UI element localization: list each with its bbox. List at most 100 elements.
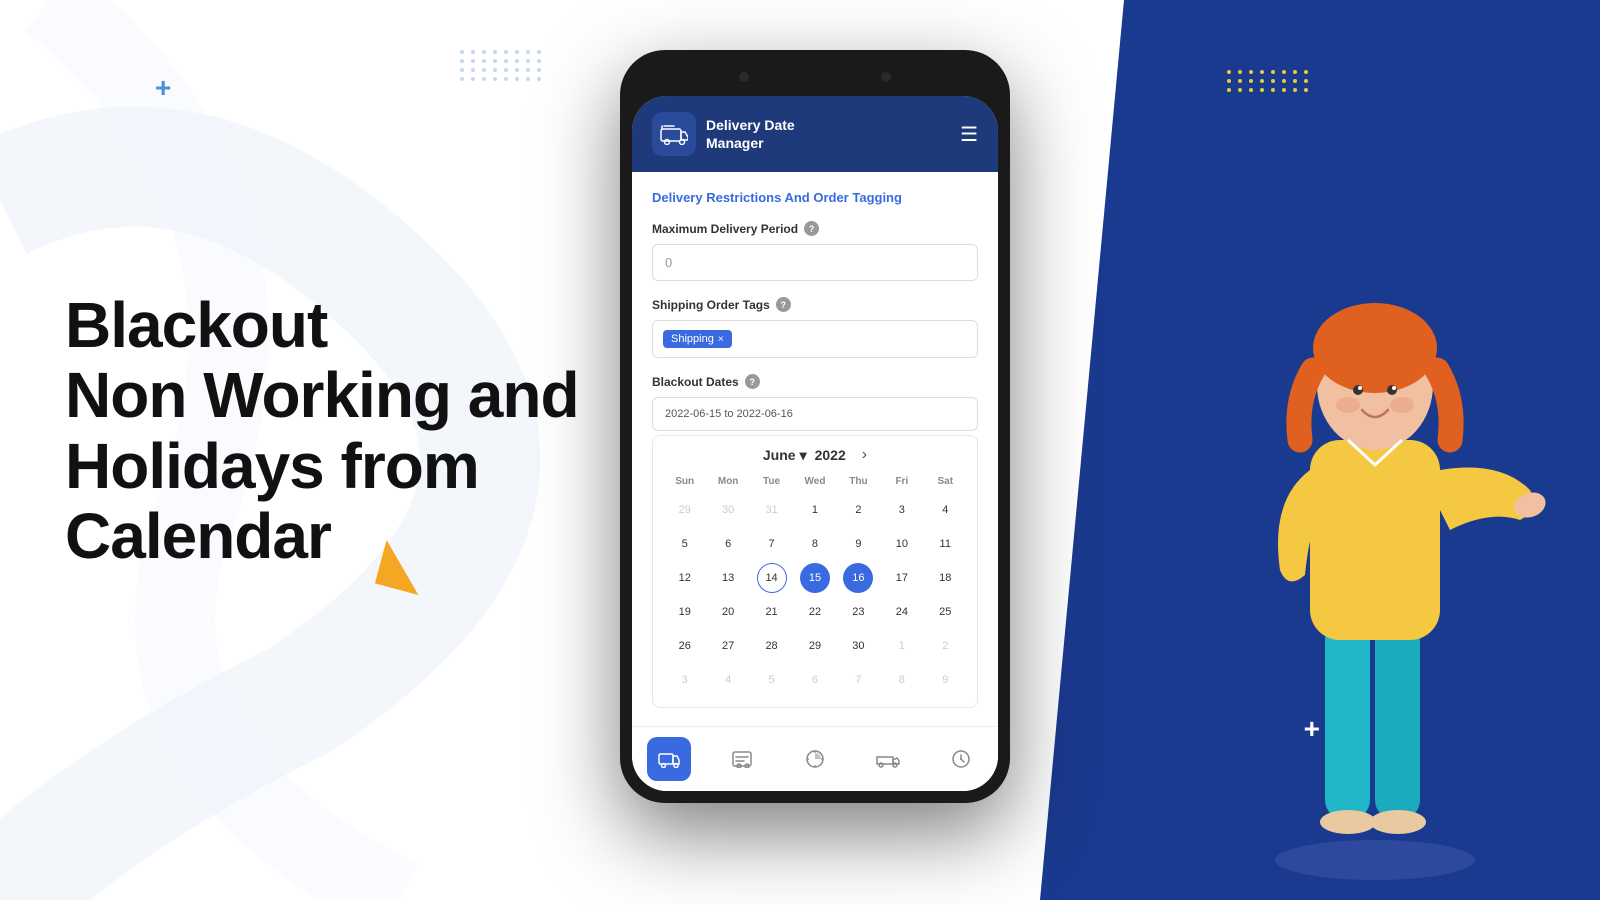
cal-day-15[interactable]: 15 bbox=[800, 563, 830, 593]
cal-day-14[interactable]: 14 bbox=[757, 563, 787, 593]
calendar-year: 2022 bbox=[815, 447, 846, 463]
day-fri: Fri bbox=[880, 474, 923, 489]
cal-day-19[interactable]: 19 bbox=[670, 597, 700, 627]
headline-line3: Holidays from bbox=[65, 430, 479, 502]
calendar-week-3: 12 13 14 15 16 17 18 bbox=[663, 561, 967, 595]
calendar: June ▾ 2022 › Sun Mon Tue Wed Thu bbox=[652, 435, 978, 708]
cal-day-13[interactable]: 13 bbox=[713, 563, 743, 593]
headline-line1: Blackout bbox=[65, 289, 327, 361]
cal-day-20[interactable]: 20 bbox=[713, 597, 743, 627]
cal-day-3[interactable]: 3 bbox=[887, 495, 917, 525]
phone-notch bbox=[632, 62, 998, 92]
max-delivery-help-icon[interactable]: ? bbox=[804, 221, 819, 236]
cal-day-8[interactable]: 8 bbox=[800, 529, 830, 559]
cal-day-10[interactable]: 10 bbox=[887, 529, 917, 559]
section-title: Delivery Restrictions And Order Tagging bbox=[652, 190, 978, 205]
calendar-week-2: 5 6 7 8 9 10 11 bbox=[663, 527, 967, 561]
day-mon: Mon bbox=[706, 474, 749, 489]
shipping-tag: Shipping × bbox=[663, 330, 732, 348]
app-content: Delivery Restrictions And Order Tagging … bbox=[632, 172, 998, 726]
cal-day-7-next[interactable]: 7 bbox=[843, 665, 873, 695]
calendar-week-4: 19 20 21 22 23 24 25 bbox=[663, 595, 967, 629]
cal-day-5-next[interactable]: 5 bbox=[757, 665, 787, 695]
cal-day-2[interactable]: 2 bbox=[843, 495, 873, 525]
day-tue: Tue bbox=[750, 474, 793, 489]
app-logo-icon bbox=[652, 112, 696, 156]
cal-day-9[interactable]: 9 bbox=[843, 529, 873, 559]
calendar-next-button[interactable]: › bbox=[862, 446, 867, 464]
phone-mockup: Delivery Date Manager ☰ Delivery Restric… bbox=[620, 50, 1020, 803]
cal-day-22[interactable]: 22 bbox=[800, 597, 830, 627]
cal-day-2-next[interactable]: 2 bbox=[930, 631, 960, 661]
nav-orders-icon[interactable] bbox=[720, 737, 764, 781]
nav-schedule-icon[interactable] bbox=[939, 737, 983, 781]
day-wed: Wed bbox=[793, 474, 836, 489]
plus-icon-blue: + bbox=[155, 72, 171, 104]
blackout-date-input[interactable]: 2022-06-15 to 2022-06-16 bbox=[652, 397, 978, 431]
notch-center-bar bbox=[765, 67, 865, 87]
cal-day-4-next[interactable]: 4 bbox=[713, 665, 743, 695]
cal-day-3-next[interactable]: 3 bbox=[670, 665, 700, 695]
notch-dot-right bbox=[881, 72, 891, 82]
tag-text: Shipping bbox=[671, 333, 714, 345]
cal-day-17[interactable]: 17 bbox=[887, 563, 917, 593]
cal-day-23[interactable]: 23 bbox=[843, 597, 873, 627]
day-thu: Thu bbox=[837, 474, 880, 489]
calendar-grid: Sun Mon Tue Wed Thu Fri Sat 29 30 bbox=[663, 474, 967, 697]
app-title-line2: Manager bbox=[706, 134, 795, 152]
blackout-dates-label: Blackout Dates ? bbox=[652, 374, 978, 389]
bottom-navigation bbox=[632, 726, 998, 791]
calendar-month-selector[interactable]: June ▾ bbox=[763, 447, 807, 464]
cal-day-21[interactable]: 21 bbox=[757, 597, 787, 627]
nav-delivery-icon[interactable] bbox=[647, 737, 691, 781]
calendar-week-1: 29 30 31 1 2 3 4 bbox=[663, 493, 967, 527]
cal-day-1[interactable]: 1 bbox=[800, 495, 830, 525]
shipping-tags-input[interactable]: Shipping × bbox=[652, 320, 978, 358]
calendar-week-5: 26 27 28 29 30 1 2 bbox=[663, 629, 967, 663]
cal-day-25[interactable]: 25 bbox=[930, 597, 960, 627]
cal-day-4[interactable]: 4 bbox=[930, 495, 960, 525]
cal-day-6-next[interactable]: 6 bbox=[800, 665, 830, 695]
max-delivery-input[interactable] bbox=[652, 244, 978, 281]
nav-vehicle-icon[interactable] bbox=[866, 737, 910, 781]
cal-day-7[interactable]: 7 bbox=[757, 529, 787, 559]
app-logo-area: Delivery Date Manager bbox=[652, 112, 795, 156]
cal-day-6[interactable]: 6 bbox=[713, 529, 743, 559]
cal-day-9-next[interactable]: 9 bbox=[930, 665, 960, 695]
app-title-line1: Delivery Date bbox=[706, 116, 795, 134]
notch-dot-left bbox=[739, 72, 749, 82]
shipping-tags-label: Shipping Order Tags ? bbox=[652, 297, 978, 312]
cal-day-29-prev[interactable]: 29 bbox=[670, 495, 700, 525]
cal-day-12[interactable]: 12 bbox=[670, 563, 700, 593]
dots-decoration-top bbox=[460, 50, 543, 81]
cal-day-27[interactable]: 27 bbox=[713, 631, 743, 661]
phone-body: Delivery Date Manager ☰ Delivery Restric… bbox=[620, 50, 1010, 803]
nav-analytics-icon[interactable] bbox=[793, 737, 837, 781]
cal-day-18[interactable]: 18 bbox=[930, 563, 960, 593]
cal-day-24[interactable]: 24 bbox=[887, 597, 917, 627]
hamburger-menu[interactable]: ☰ bbox=[960, 122, 978, 147]
cal-day-30[interactable]: 30 bbox=[843, 631, 873, 661]
calendar-month-text: June bbox=[763, 447, 796, 463]
cal-day-16[interactable]: 16 bbox=[843, 563, 873, 593]
cal-day-31-prev[interactable]: 31 bbox=[757, 495, 787, 525]
shipping-tags-help-icon[interactable]: ? bbox=[776, 297, 791, 312]
cal-day-28[interactable]: 28 bbox=[757, 631, 787, 661]
cal-day-8-next[interactable]: 8 bbox=[887, 665, 917, 695]
day-sun: Sun bbox=[663, 474, 706, 489]
character-illustration bbox=[1200, 200, 1550, 900]
left-headline: Blackout Non Working and Holidays from C… bbox=[65, 290, 579, 572]
calendar-week-6: 3 4 5 6 7 8 9 bbox=[663, 663, 967, 697]
headline-line2: Non Working and bbox=[65, 359, 579, 431]
cal-day-5[interactable]: 5 bbox=[670, 529, 700, 559]
cal-day-30-prev[interactable]: 30 bbox=[713, 495, 743, 525]
dots-decoration-right bbox=[1227, 70, 1310, 92]
cal-day-1-next[interactable]: 1 bbox=[887, 631, 917, 661]
cal-day-29[interactable]: 29 bbox=[800, 631, 830, 661]
app-header: Delivery Date Manager ☰ bbox=[632, 96, 998, 172]
cal-day-11[interactable]: 11 bbox=[930, 529, 960, 559]
blackout-dates-help-icon[interactable]: ? bbox=[745, 374, 760, 389]
tag-remove-button[interactable]: × bbox=[718, 334, 724, 345]
day-sat: Sat bbox=[924, 474, 967, 489]
cal-day-26[interactable]: 26 bbox=[670, 631, 700, 661]
